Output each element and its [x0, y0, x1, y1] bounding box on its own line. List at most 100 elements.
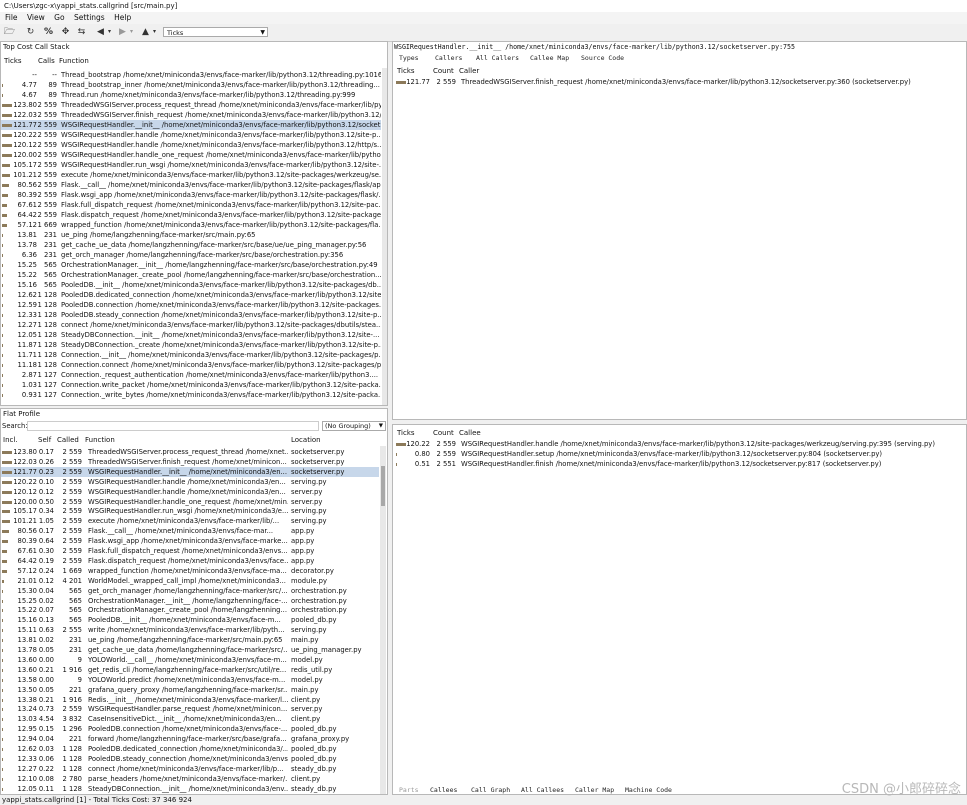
col-header-calls[interactable]: Calls: [38, 57, 55, 65]
table-row[interactable]: -- -- Thread_bootstrap /home/xnet/minicond…: [1, 70, 381, 80]
tab-callers[interactable]: Callers: [435, 54, 462, 62]
col-header-count[interactable]: Count: [433, 429, 454, 437]
table-row[interactable]: 105.17 0.34 2 559 WSGIRequestHandler.run_ws…: [1, 506, 379, 516]
table-row[interactable]: 12.62 0.03 1 128 PooledDB.dedicated_connect…: [1, 744, 379, 754]
table-row[interactable]: 101.21 1.05 2 559 execute /home/xnet/minico…: [1, 516, 379, 526]
open-folder-icon[interactable]: 🗁: [3, 26, 16, 38]
menu-go[interactable]: Go: [54, 13, 64, 22]
menu-view[interactable]: View: [27, 13, 45, 22]
table-row[interactable]: 15.22 0.07 565 OrchestrationManager._create…: [1, 605, 379, 615]
table-row[interactable]: 13.03 4.54 3 832 CaseInsensitiveDict.__init…: [1, 714, 379, 724]
flat-profile-scrollbar[interactable]: [380, 446, 386, 794]
table-row[interactable]: 15.16 565 PooledDB.__init__ /home/xnet/min…: [1, 280, 381, 290]
menu-settings[interactable]: Settings: [74, 13, 105, 22]
col-header-self[interactable]: Self: [38, 436, 51, 444]
col-header-caller[interactable]: Caller: [459, 67, 479, 75]
table-row[interactable]: 21.01 0.12 4 201 WorldModel._wrapped_call_i…: [1, 576, 379, 586]
table-row[interactable]: 13.24 0.73 2 559 WSGIRequestHandler.parse_r…: [1, 704, 379, 714]
event-type-combo[interactable]: Ticks ▼: [163, 27, 268, 37]
col-header-ticks[interactable]: Ticks: [4, 57, 22, 65]
percent-toggle-button[interactable]: %: [42, 26, 55, 38]
table-row[interactable]: 101.21 2 559 execute /home/xnet/miniconda3…: [1, 170, 381, 180]
table-row[interactable]: 12.10 0.08 2 780 parse_headers /home/xnet/m…: [1, 774, 379, 784]
tab-parts[interactable]: Parts: [399, 786, 419, 794]
table-row[interactable]: 13.58 0.00 9 YOLOWorld.predict /home/xnet/m…: [1, 675, 379, 685]
table-row[interactable]: 120.00 0.50 2 559 WSGIRequestHandler.handle…: [1, 497, 379, 507]
table-row[interactable]: 15.25 0.02 565 OrchestrationManager.__init_…: [1, 596, 379, 606]
col-header-callee[interactable]: Callee: [459, 429, 481, 437]
tab-caller-map[interactable]: Caller Map: [575, 786, 614, 794]
table-row[interactable]: 15.22 565 OrchestrationManager._create_poo…: [1, 270, 381, 280]
table-row[interactable]: 120.12 0.12 2 559 WSGIRequestHandler.handle…: [1, 487, 379, 497]
top-cost-scrollbar[interactable]: [382, 68, 387, 405]
table-row[interactable]: 80.39 2 559 Flask.wsgi_app /home/xnet/mini…: [1, 190, 381, 200]
tab-callees[interactable]: Callees: [430, 786, 457, 794]
back-dropdown-icon[interactable]: ▾: [103, 26, 116, 38]
menu-file[interactable]: File: [5, 13, 18, 22]
table-row[interactable]: 15.30 0.04 565 get_orch_manager /home/langz…: [1, 586, 379, 596]
table-row[interactable]: 80.56 2 559 Flask.__call__ /home/xnet/mini…: [1, 180, 381, 190]
reload-icon[interactable]: ↻: [24, 26, 37, 38]
table-row[interactable]: 13.81 0.02 231 ue_ping /home/langzhenning/f…: [1, 635, 379, 645]
table-row[interactable]: 105.17 2 559 WSGIRequestHandler.run_wsgi /…: [1, 160, 381, 170]
table-row[interactable]: 80.56 0.17 2 559 Flask.__call__ /home/xnet/…: [1, 526, 379, 536]
table-row[interactable]: 64.42 0.19 2 559 Flask.dispatch_request /ho…: [1, 556, 379, 566]
grouping-combo[interactable]: (No Grouping) ▼: [322, 421, 386, 431]
table-row[interactable]: 80.39 0.64 2 559 Flask.wsgi_app /home/xnet/…: [1, 536, 379, 546]
tab-machine-code[interactable]: Machine Code: [625, 786, 672, 794]
forward-dropdown-icon[interactable]: ▾: [125, 26, 138, 38]
list-item[interactable]: 0.80 2 559 WSGIRequestHandler.setup /home/…: [393, 449, 963, 459]
table-row[interactable]: 121.77 2 559 WSGIRequestHandler.__init__ /…: [1, 120, 381, 130]
table-row[interactable]: 11.87 1 128 SteadyDBConnection._create /ho…: [1, 340, 381, 350]
col-header-count[interactable]: Count: [433, 67, 454, 75]
table-row[interactable]: 120.22 0.10 2 559 WSGIRequestHandler.handle…: [1, 477, 379, 487]
table-row[interactable]: 13.81 231 ue_ping /home/langzhenning/face-…: [1, 230, 381, 240]
table-row[interactable]: 13.78 231 get_cache_ue_data /home/langzhen…: [1, 240, 381, 250]
col-header-function[interactable]: Function: [85, 436, 115, 444]
table-row[interactable]: 13.50 0.05 221 grafana_query_proxy /home/la…: [1, 685, 379, 695]
tab-all-callers[interactable]: All Callers: [476, 54, 519, 62]
tab-call-graph[interactable]: Call Graph: [471, 786, 510, 794]
tab-source-code[interactable]: Source Code: [581, 54, 624, 62]
table-row[interactable]: 123.80 0.17 2 559 ThreadedWSGIServer.proces…: [1, 447, 379, 457]
table-row[interactable]: 121.77 0.23 2 559 WSGIRequestHandler.__init…: [1, 466, 379, 477]
table-row[interactable]: 11.18 1 128 Connection.connect /home/xnet/…: [1, 360, 381, 370]
table-row[interactable]: 12.05 1 128 SteadyDBConnection.__init__ /h…: [1, 330, 381, 340]
table-row[interactable]: 120.00 2 559 WSGIRequestHandler.handle_one…: [1, 150, 381, 160]
table-row[interactable]: 4.67 89 Thread.run /home/xnet/miniconda3/e…: [1, 90, 381, 100]
scrollbar-thumb[interactable]: [381, 466, 385, 506]
table-row[interactable]: 122.03 2 559 ThreadedWSGIServer.finish_req…: [1, 110, 381, 120]
table-row[interactable]: 1.03 1 127 Connection.write_packet /home/x…: [1, 380, 381, 390]
list-item[interactable]: 0.51 2 551 WSGIRequestHandler.finish /home…: [393, 459, 963, 469]
table-row[interactable]: 13.60 0.21 1 916 get_redis_cli /home/langzh…: [1, 665, 379, 675]
table-row[interactable]: 12.33 1 128 PooledDB.steady_connection /ho…: [1, 310, 381, 320]
table-row[interactable]: 12.59 1 128 PooledDB.connection /home/xnet…: [1, 300, 381, 310]
table-row[interactable]: 12.33 0.06 1 128 PooledDB.steady_connection…: [1, 754, 379, 764]
table-row[interactable]: 13.78 0.05 231 get_cache_ue_data /home/lang…: [1, 645, 379, 655]
table-row[interactable]: 11.71 1 128 Connection.__init__ /home/xnet…: [1, 350, 381, 360]
table-row[interactable]: 4.77 89 Thread_bootstrap_inner /home/xnet/…: [1, 80, 381, 90]
col-header-function[interactable]: Function: [59, 57, 89, 65]
cycle-detection-icon[interactable]: ⇆: [75, 26, 88, 38]
table-row[interactable]: 120.12 2 559 WSGIRequestHandler.handle /ho…: [1, 140, 381, 150]
table-row[interactable]: 67.61 0.30 2 559 Flask.full_dispatch_reques…: [1, 546, 379, 556]
move-icon[interactable]: ✥: [59, 26, 72, 38]
table-row[interactable]: 122.03 0.26 2 559 ThreadedWSGIServer.finish…: [1, 457, 379, 467]
list-item[interactable]: 121.77 2 559 ThreadedWSGIServer.finish_req…: [393, 77, 963, 87]
table-row[interactable]: 120.22 2 559 WSGIRequestHandler.handle /ho…: [1, 130, 381, 140]
col-header-ticks[interactable]: Ticks: [397, 429, 415, 437]
table-row[interactable]: 64.42 2 559 Flask.dispatch_request /home/x…: [1, 210, 381, 220]
search-input[interactable]: [27, 421, 319, 431]
table-row[interactable]: 12.95 0.15 1 296 PooledDB.connection /home/…: [1, 724, 379, 734]
tab-types[interactable]: Types: [399, 54, 419, 62]
table-row[interactable]: 12.94 0.04 221 forward /home/langzhenning/f…: [1, 734, 379, 744]
table-row[interactable]: 13.60 0.00 9 YOLOWorld.__call__ /home/xnet/…: [1, 655, 379, 665]
table-row[interactable]: 12.27 1 128 connect /home/xnet/miniconda3/…: [1, 320, 381, 330]
table-row[interactable]: 15.25 565 OrchestrationManager.__init__ /h…: [1, 260, 381, 270]
table-row[interactable]: 12.05 0.11 1 128 SteadyDBConnection.__init_…: [1, 784, 379, 794]
table-row[interactable]: 67.61 2 559 Flask.full_dispatch_request /h…: [1, 200, 381, 210]
menu-help[interactable]: Help: [114, 13, 131, 22]
tab-all-callees[interactable]: All Callees: [521, 786, 564, 794]
table-row[interactable]: 13.38 0.21 1 916 Redis.__init__ /home/xnet/…: [1, 695, 379, 705]
col-header-location[interactable]: Location: [291, 436, 321, 444]
